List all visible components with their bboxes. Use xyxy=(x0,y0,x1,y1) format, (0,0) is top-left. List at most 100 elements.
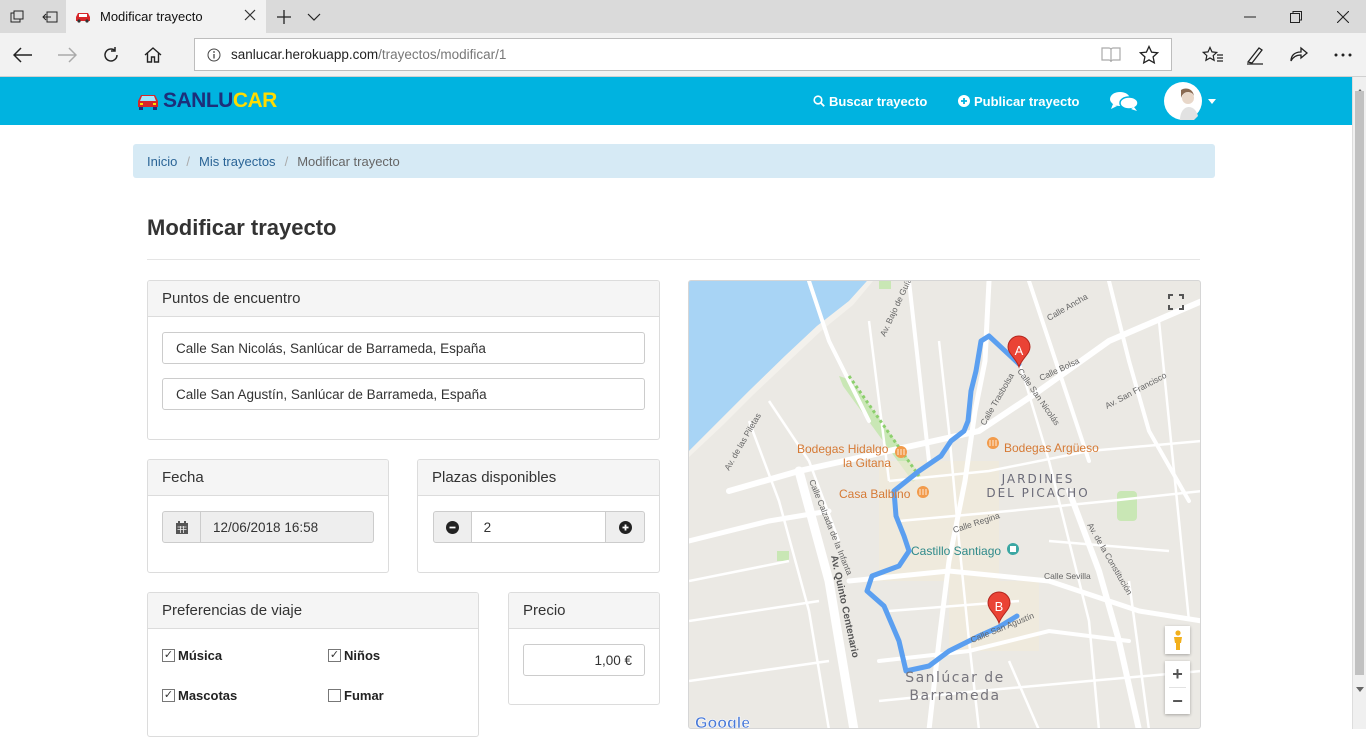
checkbox-checked-icon[interactable]: ✓ xyxy=(162,649,175,662)
panel-heading: Fecha xyxy=(148,460,388,496)
svg-text:A: A xyxy=(1015,343,1024,358)
browser-tab-bar: Modificar trayecto xyxy=(0,0,1366,33)
food-pin-icon[interactable] xyxy=(987,437,999,449)
poi-la-gitana[interactable]: la Gitana xyxy=(843,456,891,470)
google-logo: Google xyxy=(695,715,750,729)
chevron-down-icon[interactable] xyxy=(300,0,328,33)
nav-buscar-trayecto[interactable]: Buscar trayecto xyxy=(813,77,927,125)
address-toolbar: sanlucar.herokuapp.com/trayectos/modific… xyxy=(0,33,1366,77)
minimize-icon[interactable] xyxy=(1228,0,1272,33)
refresh-icon[interactable] xyxy=(92,33,130,77)
scroll-down-icon[interactable] xyxy=(1356,679,1364,697)
pen-icon[interactable] xyxy=(1236,33,1274,77)
more-icon[interactable] xyxy=(1324,33,1362,77)
district-label-2: DEL PICACHO xyxy=(986,486,1089,500)
divider xyxy=(147,259,1200,260)
scrollbar-thumb[interactable] xyxy=(1355,91,1364,675)
close-icon[interactable] xyxy=(244,9,256,21)
minus-circle-icon[interactable] xyxy=(434,512,471,542)
home-icon[interactable] xyxy=(134,33,172,77)
svg-text:B: B xyxy=(995,599,1004,614)
user-menu[interactable] xyxy=(1164,77,1216,125)
logo-text-sanlu: SANLU xyxy=(163,89,233,112)
car-favicon xyxy=(74,11,92,23)
food-pin-icon[interactable] xyxy=(895,446,907,458)
panel-heading: Plazas disponibles xyxy=(418,460,659,496)
date-value: 12/06/2018 16:58 xyxy=(213,519,319,535)
checkbox-unchecked-icon[interactable] xyxy=(328,689,341,702)
checkbox-checked-icon[interactable]: ✓ xyxy=(328,649,341,662)
plus-icon[interactable] xyxy=(270,0,298,33)
panel-preferencias: Preferencias de viaje ✓ Música ✓ Niños ✓ Ma… xyxy=(147,592,479,737)
site-logo[interactable]: SANLU CAR xyxy=(136,89,277,113)
logo-text-car: CAR xyxy=(232,89,278,112)
restore-icon[interactable] xyxy=(1274,0,1318,33)
forward-arrow-icon[interactable] xyxy=(48,33,86,77)
map-canvas[interactable]: JARDINES DEL PICACHO Sanlúcar de Barrame… xyxy=(689,281,1201,729)
active-tab[interactable]: Modificar trayecto xyxy=(66,0,266,33)
nav-publicar-label: Publicar trayecto xyxy=(974,93,1080,109)
checkbox-checked-icon[interactable]: ✓ xyxy=(162,689,175,702)
car-logo-icon xyxy=(136,92,160,110)
panel-fecha: Fecha 12/06/2018 16:58 xyxy=(147,459,389,573)
share-icon[interactable] xyxy=(1280,33,1318,77)
route-map[interactable]: JARDINES DEL PICACHO Sanlúcar de Barrame… xyxy=(688,280,1201,729)
plus-circle-icon[interactable] xyxy=(606,512,644,542)
breadcrumb-inicio[interactable]: Inicio xyxy=(147,154,177,169)
star-icon[interactable] xyxy=(1139,45,1159,65)
poi-casa-balbino[interactable]: Casa Balbino xyxy=(839,487,911,501)
pref-musica[interactable]: ✓ Música xyxy=(162,648,222,663)
panel-heading: Precio xyxy=(509,593,659,629)
tab-title: Modificar trayecto xyxy=(100,9,203,24)
nav-buscar-label: Buscar trayecto xyxy=(829,93,928,109)
url-host: sanlucar.herokuapp.com xyxy=(231,47,379,62)
pref-fumar[interactable]: Fumar xyxy=(328,688,384,703)
pref-mascotas[interactable]: ✓ Mascotas xyxy=(162,688,237,703)
panel-puntos-encuentro: Puntos de encuentro Calle San Nicolás, S… xyxy=(147,280,660,440)
town-label-1: Sanlúcar de xyxy=(905,670,1005,686)
landmark-pin-icon[interactable] xyxy=(1007,543,1019,555)
poi-bodegas-hidalgo[interactable]: Bodegas Hidalgo xyxy=(797,442,889,456)
food-pin-icon[interactable] xyxy=(917,486,929,498)
breadcrumb: Inicio / Mis trayectos / Modificar traye… xyxy=(133,144,1215,178)
back-arrow-icon[interactable] xyxy=(4,33,42,77)
panel-heading: Puntos de encuentro xyxy=(148,281,659,317)
breadcrumb-mis-trayectos[interactable]: Mis trayectos xyxy=(199,154,276,169)
seats-stepper: 2 xyxy=(433,511,645,543)
tab-manager-icon[interactable] xyxy=(0,0,33,33)
price-input[interactable]: 1,00 € xyxy=(523,644,645,676)
info-icon[interactable] xyxy=(207,48,221,62)
origin-input[interactable]: Calle San Nicolás, Sanlúcar de Barrameda… xyxy=(162,332,645,364)
street-view-pegman-icon[interactable] xyxy=(1165,626,1190,654)
destination-input[interactable]: Calle San Agustín, Sanlúcar de Barrameda… xyxy=(162,378,645,410)
reading-view-icon[interactable] xyxy=(1101,46,1121,64)
close-window-icon[interactable] xyxy=(1320,0,1366,33)
marker-a[interactable]: A xyxy=(1007,335,1031,369)
breadcrumb-current: Modificar trayecto xyxy=(297,153,400,169)
date-field[interactable]: 12/06/2018 16:58 xyxy=(162,511,374,543)
zoom-in-button[interactable]: + xyxy=(1172,661,1183,687)
pref-ninos[interactable]: ✓ Niños xyxy=(328,648,380,663)
street-label: Calle Sevilla xyxy=(1044,571,1091,581)
panel-precio: Precio 1,00 € xyxy=(508,592,660,705)
panel-heading: Preferencias de viaje xyxy=(148,593,478,629)
favorites-icon[interactable] xyxy=(1194,33,1232,77)
fullscreen-icon[interactable] xyxy=(1162,288,1190,316)
caret-down-icon xyxy=(1208,98,1216,104)
page-scrollbar[interactable] xyxy=(1352,77,1366,729)
messages-icon[interactable] xyxy=(1109,77,1139,125)
back-tabs-icon[interactable] xyxy=(33,0,66,33)
site-navbar: SANLU CAR Buscar trayecto Publicar trayec… xyxy=(0,77,1352,125)
plus-circle-icon xyxy=(958,95,970,107)
panel-plazas: Plazas disponibles 2 xyxy=(417,459,660,573)
poi-castillo-santiago[interactable]: Castillo Santiago xyxy=(911,544,1001,558)
town-label-2: Barrameda xyxy=(909,688,1000,704)
poi-bodegas-argueso[interactable]: Bodegas Argüeso xyxy=(1004,441,1099,455)
zoom-out-button[interactable]: − xyxy=(1172,688,1183,714)
seats-input[interactable]: 2 xyxy=(470,512,607,542)
nav-publicar-trayecto[interactable]: Publicar trayecto xyxy=(958,77,1080,125)
url-bar[interactable]: sanlucar.herokuapp.com/trayectos/modific… xyxy=(194,38,1172,71)
street-label: Av. San Francisco xyxy=(1103,370,1168,411)
calendar-icon[interactable] xyxy=(163,512,201,542)
page-title: Modificar trayecto xyxy=(147,215,337,240)
